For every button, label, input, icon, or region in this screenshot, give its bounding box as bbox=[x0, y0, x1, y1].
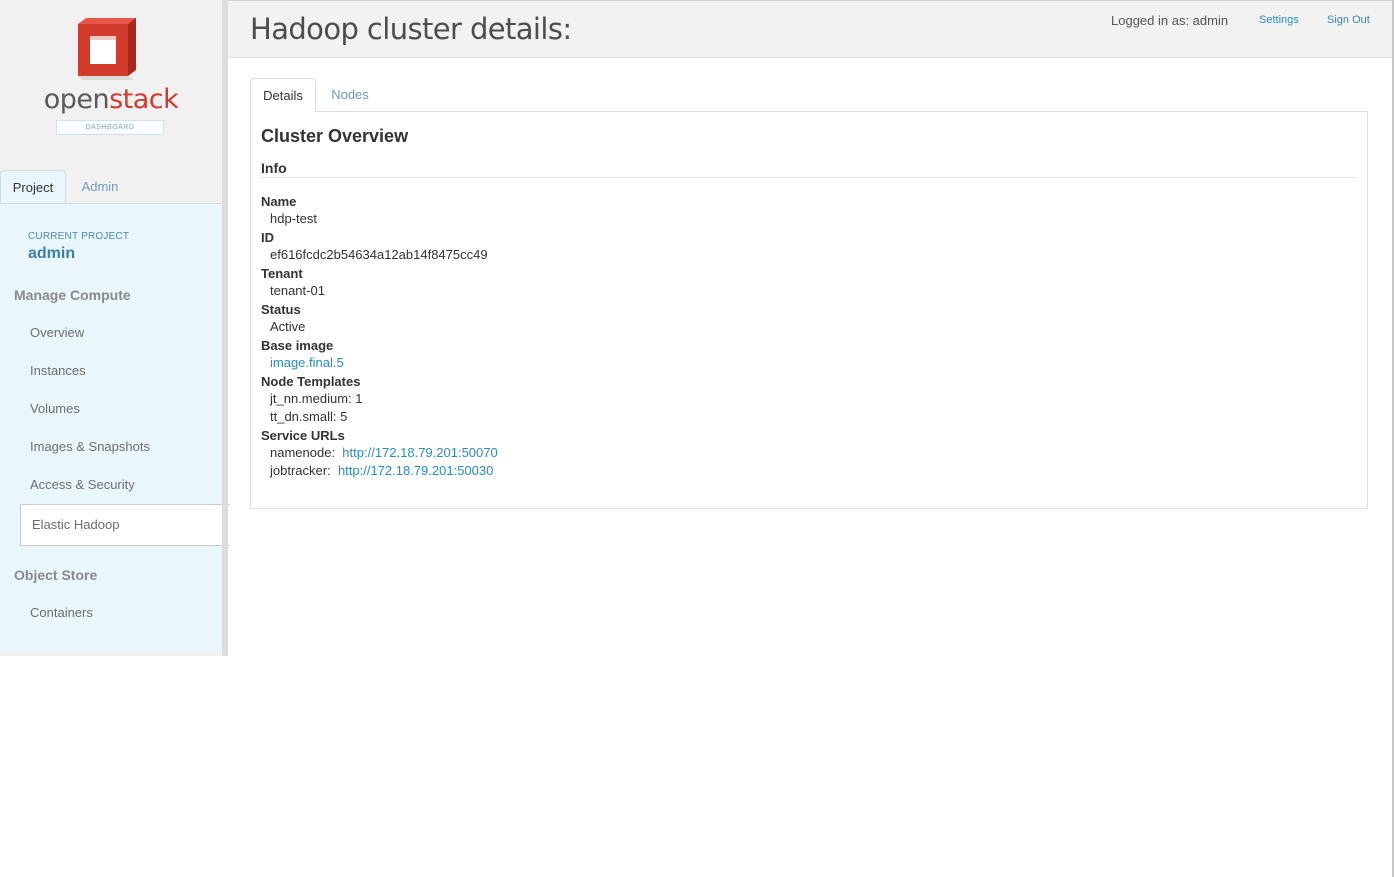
name-label: Name bbox=[261, 194, 297, 209]
sidebar-item-containers[interactable]: Containers bbox=[30, 605, 93, 620]
info-heading: Info bbox=[261, 160, 287, 176]
node-template-item: tt_dn.small: 5 bbox=[270, 409, 348, 424]
namenode-label: namenode: bbox=[270, 445, 336, 460]
jobtracker-label: jobtracker: bbox=[270, 463, 331, 478]
node-template-item: jt_nn.medium: 1 bbox=[270, 391, 363, 406]
object-store-heading: Object Store bbox=[14, 567, 98, 583]
details-panel: Cluster Overview Info Name hdp-test ID e… bbox=[250, 111, 1368, 509]
base-image-link[interactable]: image.final.5 bbox=[270, 355, 344, 370]
sidebar-item-images-snapshots[interactable]: Images & Snapshots bbox=[30, 439, 150, 454]
namenode-url-link[interactable]: http://172.18.79.201:50070 bbox=[342, 445, 497, 460]
status-label: Status bbox=[261, 302, 301, 317]
cluster-overview-heading: Cluster Overview bbox=[261, 126, 409, 146]
sidebar-item-elastic-hadoop[interactable]: Elastic Hadoop bbox=[20, 504, 230, 546]
sidebar-item-instances[interactable]: Instances bbox=[30, 363, 86, 378]
name-value: hdp-test bbox=[270, 211, 317, 226]
sign-out-link[interactable]: Sign Out bbox=[1327, 14, 1370, 26]
current-project-label: CURRENT PROJECT bbox=[28, 231, 130, 242]
id-value: ef616fcdc2b54634a12ab14f8475cc49 bbox=[270, 247, 488, 262]
dashboard-tabs: Project Admin bbox=[0, 170, 222, 204]
sidebar: openstack DASHBOARD Project Admin CURREN… bbox=[0, 0, 230, 656]
tenant-value: tenant-01 bbox=[270, 283, 325, 298]
tab-details[interactable]: Details bbox=[250, 78, 316, 112]
page-title: Hadoop cluster details: bbox=[250, 12, 572, 46]
namenode-row: namenode: http://172.18.79.201:50070 bbox=[270, 445, 498, 460]
tab-project[interactable]: Project bbox=[0, 170, 66, 204]
jobtracker-row: jobtracker: http://172.18.79.201:50030 bbox=[270, 463, 493, 478]
service-urls-label: Service URLs bbox=[261, 428, 345, 443]
manage-compute-heading: Manage Compute bbox=[14, 287, 131, 303]
sidebar-item-volumes[interactable]: Volumes bbox=[30, 401, 80, 416]
divider bbox=[261, 177, 1357, 178]
tab-admin[interactable]: Admin bbox=[66, 170, 134, 204]
tab-nodes[interactable]: Nodes bbox=[316, 78, 384, 112]
jobtracker-url-link[interactable]: http://172.18.79.201:50030 bbox=[338, 463, 493, 478]
sidebar-item-label: Elastic Hadoop bbox=[32, 517, 120, 532]
sidebar-item-access-security[interactable]: Access & Security bbox=[30, 477, 135, 492]
page-header: Hadoop cluster details: Logged in as: ad… bbox=[228, 0, 1394, 58]
brand[interactable]: openstack DASHBOARD bbox=[0, 0, 222, 170]
openstack-wordmark: openstack bbox=[43, 84, 179, 115]
id-label: ID bbox=[261, 230, 274, 245]
base-image-label: Base image bbox=[261, 338, 334, 353]
current-project-name[interactable]: admin bbox=[28, 245, 75, 263]
logged-in-user: Logged in as: admin bbox=[1111, 13, 1229, 28]
openstack-logo-icon bbox=[78, 18, 136, 80]
dashboard-label: DASHBOARD bbox=[56, 120, 164, 135]
sidebar-item-overview[interactable]: Overview bbox=[30, 325, 84, 340]
settings-link[interactable]: Settings bbox=[1259, 14, 1299, 26]
sidebar-panel: CURRENT PROJECT admin Manage Compute Ove… bbox=[0, 203, 230, 651]
node-templates-label: Node Templates bbox=[261, 374, 361, 389]
sidebar-edge bbox=[222, 0, 228, 656]
tenant-label: Tenant bbox=[261, 266, 303, 281]
status-value: Active bbox=[270, 319, 306, 334]
